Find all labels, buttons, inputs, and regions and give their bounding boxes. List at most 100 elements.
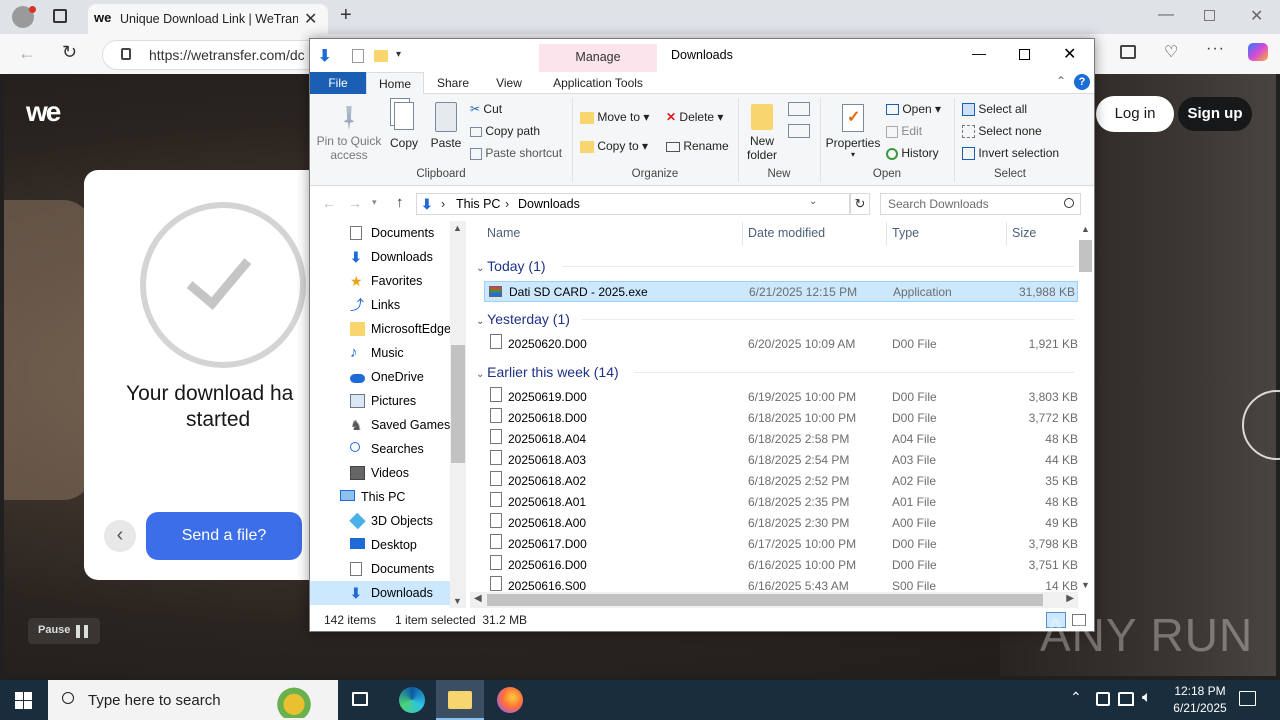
table-row[interactable]: 20250618.D00 6/18/2025 10:00 PM D00 File 3,… (484, 408, 1078, 429)
table-row[interactable]: 20250619.D00 6/19/2025 10:00 PM D00 File 3,… (484, 387, 1078, 408)
vscroll-thumb[interactable] (1079, 240, 1092, 272)
nav-item-saved-games[interactable]: ♞ Saved Games (350, 413, 450, 437)
copy-to-button[interactable]: Copy to ▾ (580, 139, 648, 153)
properties-qa-icon[interactable] (352, 49, 364, 63)
nav-item-downloads-pc[interactable]: ⬇ Downloads (350, 581, 433, 605)
refresh-icon[interactable]: ↻ (62, 42, 77, 63)
wifi-icon[interactable] (1118, 692, 1134, 706)
rename-button[interactable]: Rename (666, 139, 729, 153)
group-earlier[interactable]: ⌄ Earlier this week (14) (476, 364, 619, 380)
browser-tab-active[interactable]: we Unique Download Link | WeTransf ✕ (88, 4, 328, 34)
qa-dropdown-icon[interactable]: ▾ (396, 49, 401, 60)
folder-qa-icon[interactable] (374, 50, 388, 62)
nav-item-microsoftedge[interactable]: MicrosoftEdge (350, 317, 451, 341)
column-name[interactable]: Name (487, 226, 520, 242)
nav-item-links[interactable]: ⤴ Links (350, 293, 400, 317)
file-list-hscrollbar[interactable]: ◀ ▶ (470, 592, 1078, 608)
recent-locations-icon[interactable]: ▾ (372, 197, 377, 208)
table-row[interactable]: 20250618.A01 6/18/2025 2:35 PM A01 File 48 … (484, 492, 1078, 513)
network-icon[interactable] (1096, 692, 1110, 706)
explorer-close-icon[interactable]: ✕ (1063, 44, 1076, 64)
up-folder-icon[interactable]: ↑ (396, 194, 404, 211)
nav-scroll-thumb[interactable] (451, 345, 465, 463)
copilot-sidebar-icon[interactable]: ♡ (1164, 42, 1178, 62)
invert-selection-button[interactable]: Invert selection (962, 146, 1059, 161)
refresh-location-button[interactable]: ↻ (850, 193, 870, 215)
clock-date[interactable]: 6/21/2025 (1166, 701, 1234, 715)
restore-browser-icon[interactable] (1204, 10, 1215, 21)
extensions-icon[interactable] (1120, 45, 1136, 59)
clock-time[interactable]: 12:18 PM (1172, 684, 1228, 698)
close-browser-icon[interactable]: ✕ (1250, 6, 1263, 26)
tab-application-tools[interactable]: Application Tools (539, 72, 657, 94)
edit-button[interactable]: Edit (886, 124, 922, 138)
copy-button[interactable]: Copy (386, 100, 422, 156)
nav-scrollbar[interactable]: ▲ ▼ (450, 221, 466, 608)
group-today[interactable]: ⌄ Today (1) (476, 258, 546, 274)
file-list-vscrollbar[interactable]: ▲ ▼ (1078, 222, 1093, 592)
tab-file[interactable]: File (310, 72, 366, 94)
history-button[interactable]: History (886, 146, 939, 160)
signup-button[interactable]: Sign up (1178, 97, 1252, 131)
explorer-forward-icon[interactable]: → (348, 195, 362, 211)
prev-button[interactable]: ‹ (104, 520, 136, 552)
new-tab-icon[interactable]: + (340, 4, 352, 27)
nav-item-favorites[interactable]: ★ Favorites (350, 269, 422, 293)
nav-item-documents-pc[interactable]: Documents (350, 557, 434, 581)
easy-access-icon[interactable] (788, 124, 810, 138)
breadcrumb-downloads[interactable]: Downloads (518, 194, 580, 214)
taskbar-search-box[interactable]: Type here to search (48, 680, 338, 720)
new-folder-button[interactable]: New folder (742, 100, 782, 166)
wetransfer-logo[interactable]: we (26, 96, 61, 128)
nav-item-videos[interactable]: Videos (350, 461, 409, 485)
table-row[interactable]: 20250616.D00 6/16/2025 10:00 PM D00 File 3,… (484, 555, 1078, 576)
collapse-ribbon-icon[interactable]: ⌃ (1056, 74, 1066, 88)
send-file-button[interactable]: Send a file? (146, 512, 302, 560)
column-date[interactable]: Date modified (748, 226, 825, 242)
tab-home[interactable]: Home (366, 72, 424, 94)
table-row[interactable]: 20250618.A02 6/18/2025 2:52 PM A02 File 35 … (484, 471, 1078, 492)
nav-item-downloads[interactable]: ⬇ Downloads (350, 245, 433, 269)
explorer-maximize-icon[interactable] (1019, 49, 1030, 60)
nav-item-pictures[interactable]: Pictures (350, 389, 416, 413)
open-button[interactable]: Open ▾ (886, 102, 941, 116)
nav-item-documents[interactable]: Documents (350, 221, 434, 245)
tab-view[interactable]: View (484, 72, 534, 94)
pin-quick-access-button[interactable]: Pin to Quick access (314, 100, 384, 166)
help-icon[interactable]: ? (1074, 74, 1090, 90)
copy-path-button[interactable]: Copy path (470, 124, 540, 138)
table-row[interactable]: 20250617.D00 6/17/2025 10:00 PM D00 File 3,… (484, 534, 1078, 555)
breadcrumb-this-pc[interactable]: This PC (456, 194, 500, 214)
column-type[interactable]: Type (892, 226, 919, 242)
nav-item-searches[interactable]: Searches (350, 437, 424, 461)
nav-item-desktop[interactable]: Desktop (350, 533, 417, 557)
breadcrumb[interactable]: ⬇ › This PC › Downloads ⌄ (416, 193, 850, 215)
explorer-back-icon[interactable]: ← (322, 195, 336, 211)
paste-shortcut-button[interactable]: Paste shortcut (470, 146, 562, 160)
copilot-icon[interactable] (1248, 43, 1268, 61)
windows-start-icon[interactable] (15, 692, 32, 709)
file-explorer-taskbar-button[interactable] (436, 680, 484, 720)
nav-item-3d-objects[interactable]: 3D Objects (349, 509, 433, 533)
select-none-button[interactable]: Select none (962, 124, 1042, 139)
edge-taskbar-icon[interactable] (399, 687, 425, 713)
table-row[interactable]: 20250620.D00 6/20/2025 10:09 AM D00 File… (484, 334, 1078, 355)
pause-button[interactable]: Pause (28, 618, 100, 644)
move-to-button[interactable]: Move to ▾ (580, 110, 649, 124)
back-icon[interactable]: ← (18, 43, 36, 64)
delete-button[interactable]: ✕ Delete ▾ (666, 110, 723, 124)
tab-share[interactable]: Share (428, 72, 478, 94)
hscroll-thumb[interactable] (487, 594, 1043, 606)
tab-close-icon[interactable]: ✕ (304, 9, 317, 29)
new-item-icon[interactable] (788, 102, 810, 116)
minimize-browser-icon[interactable]: — (1158, 6, 1174, 24)
nav-item-onedrive[interactable]: OneDrive (350, 365, 424, 389)
table-row[interactable]: 20250618.A00 6/18/2025 2:30 PM A00 File 49 … (484, 513, 1078, 534)
tab-actions-icon[interactable] (53, 9, 67, 23)
select-all-button[interactable]: Select all (962, 102, 1027, 117)
cut-button[interactable]: ✂ Cut (470, 102, 502, 116)
table-row[interactable]: 20250616.S00 6/16/2025 5:43 AM S00 File 14 … (484, 576, 1078, 592)
firefox-taskbar-icon[interactable] (497, 687, 523, 713)
properties-button[interactable]: ✓ Properties ▾ (824, 100, 882, 166)
down-arrow-icon[interactable]: ⬇ (318, 46, 331, 66)
